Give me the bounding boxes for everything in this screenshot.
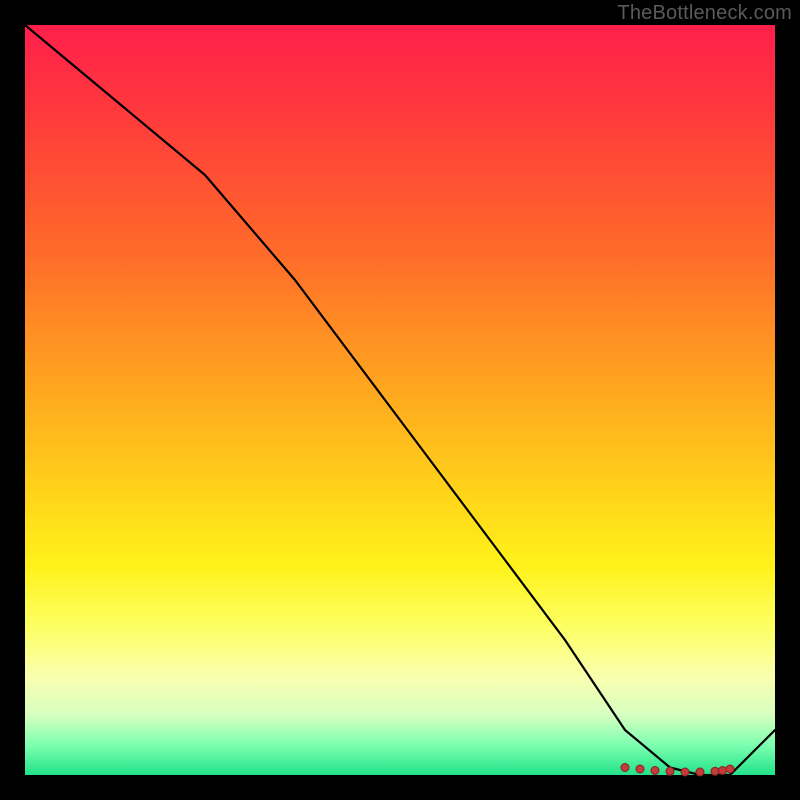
sweet-spot-dot — [726, 765, 734, 773]
sweet-spot-dot — [719, 767, 727, 775]
sweet-spot-dot — [621, 764, 629, 772]
chart-overlay — [25, 25, 775, 775]
sweet-spot-dot — [666, 767, 674, 775]
chart-frame: TheBottleneck.com — [0, 0, 800, 800]
sweet-spot-dot — [711, 767, 719, 775]
sweet-spot-dot — [696, 768, 704, 776]
plot-area — [25, 25, 775, 775]
sweet-spot-dot — [681, 768, 689, 776]
sweet-spot-dot — [636, 765, 644, 773]
watermark-text: TheBottleneck.com — [617, 2, 792, 25]
bottleneck-curve — [25, 25, 775, 775]
sweet-spot-dot — [651, 767, 659, 775]
